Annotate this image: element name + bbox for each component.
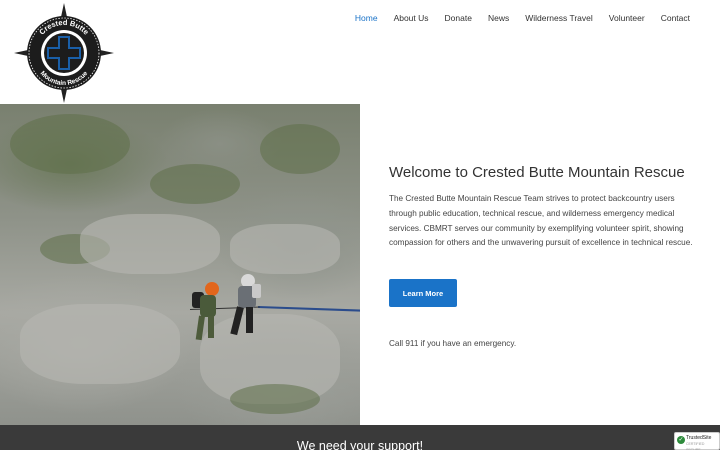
hero-section: Welcome to Crested Butte Mountain Rescue…: [0, 104, 720, 425]
support-heading: We need your support!: [296, 439, 424, 450]
climber-figure-2: [230, 274, 261, 336]
climber-figure-1: [192, 282, 219, 341]
site-header: Crested Butte Mountain Rescue Home About…: [0, 0, 720, 104]
badge-subtitle: CERTIFIED SECURE: [686, 442, 705, 450]
support-banner: We need your support!: [0, 425, 720, 450]
learn-more-button[interactable]: Learn More: [389, 279, 457, 307]
nav-news[interactable]: News: [480, 12, 517, 24]
nav-volunteer[interactable]: Volunteer: [601, 12, 653, 24]
emergency-notice: Call 911 if you have an emergency.: [389, 339, 517, 348]
main-nav: Home About Us Donate News Wilderness Tra…: [347, 12, 698, 24]
hero-photo-climbers: [0, 104, 360, 425]
site-logo[interactable]: Crested Butte Mountain Rescue: [14, 3, 114, 103]
page-title: Welcome to Crested Butte Mountain Rescue: [389, 164, 685, 181]
check-icon: ✓: [677, 436, 685, 444]
nav-contact[interactable]: Contact: [653, 12, 698, 24]
trustedsite-badge[interactable]: ✓ TrustedSite CERTIFIED SECURE: [674, 432, 720, 450]
hero-description: The Crested Butte Mountain Rescue Team s…: [389, 194, 693, 248]
hero-content: Welcome to Crested Butte Mountain Rescue…: [360, 104, 720, 425]
nav-about-us[interactable]: About Us: [386, 12, 437, 24]
nav-donate[interactable]: Donate: [437, 12, 480, 24]
nav-wilderness-travel[interactable]: Wilderness Travel: [517, 12, 601, 24]
compass-cross-logo-icon: Crested Butte Mountain Rescue: [14, 3, 114, 103]
nav-home[interactable]: Home: [347, 12, 386, 24]
